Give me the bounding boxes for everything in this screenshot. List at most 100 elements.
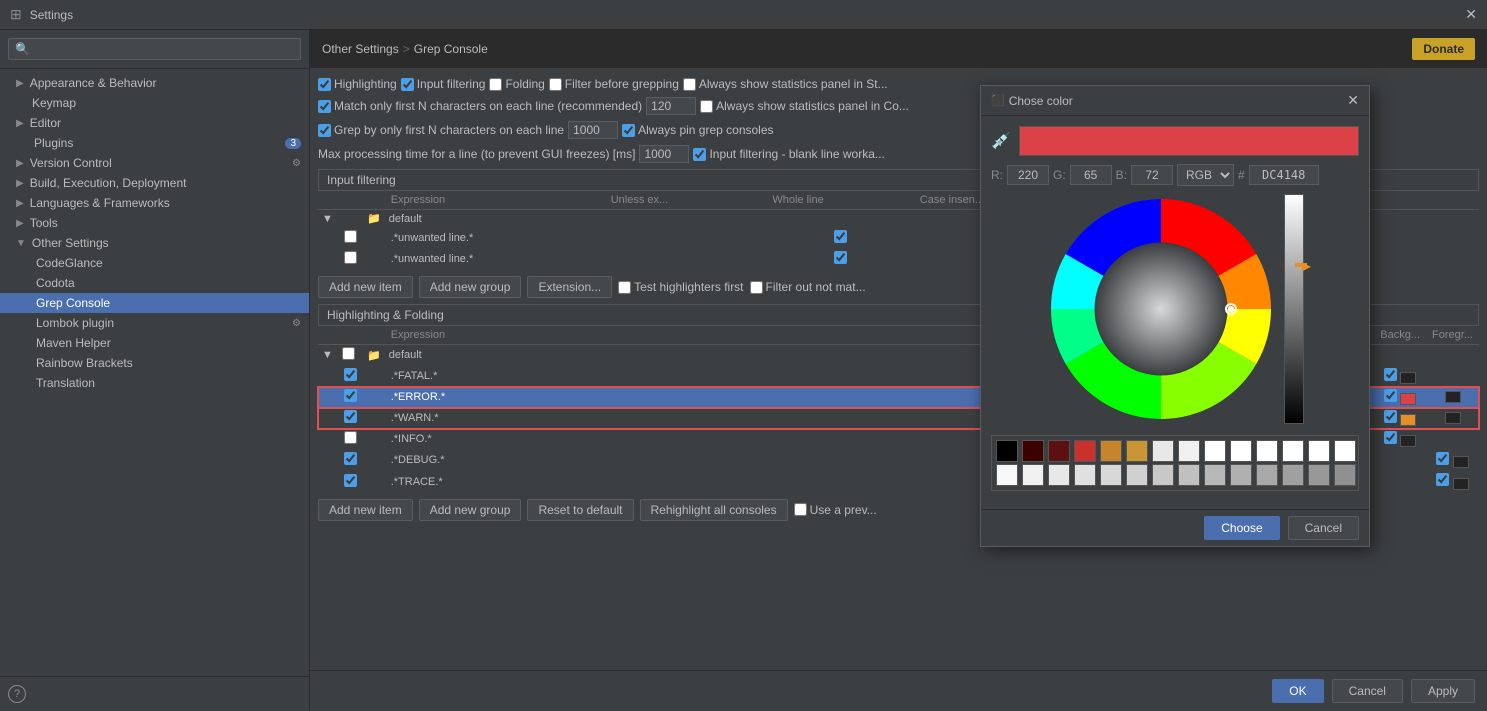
color-mode-select[interactable]: RGB HSB HSL xyxy=(1177,164,1234,186)
bg-cell[interactable] xyxy=(1374,429,1426,450)
filter-grepping-checkbox[interactable] xyxy=(549,78,562,91)
swatch-cell[interactable] xyxy=(1048,464,1070,486)
row-checkbox[interactable] xyxy=(344,431,357,444)
bg-cell[interactable] xyxy=(1374,387,1426,408)
bg-swatch[interactable] xyxy=(1400,372,1416,384)
match-first-n-option[interactable]: Match only first N characters on each li… xyxy=(318,99,642,113)
test-highlighters-option[interactable]: Test highlighters first xyxy=(618,276,743,298)
sidebar-item-lombok[interactable]: Lombok plugin ⚙ xyxy=(0,313,309,333)
sidebar-item-maven-helper[interactable]: Maven Helper xyxy=(0,333,309,353)
stats-panel-option[interactable]: Always show statistics panel in St... xyxy=(683,77,888,91)
input-filtering-checkbox[interactable] xyxy=(401,78,414,91)
swatch-cell[interactable] xyxy=(1308,464,1330,486)
swatch-cell[interactable] xyxy=(1100,464,1122,486)
row-checkbox[interactable] xyxy=(344,389,357,402)
row-checkbox[interactable] xyxy=(344,474,357,487)
swatch-cell[interactable] xyxy=(1126,440,1148,462)
row-checkbox[interactable] xyxy=(344,410,357,423)
add-new-group-button-2[interactable]: Add new group xyxy=(419,499,522,521)
swatch-cell[interactable] xyxy=(1022,440,1044,462)
match-first-n-checkbox[interactable] xyxy=(318,100,331,113)
g-input[interactable]: 65 xyxy=(1070,165,1112,185)
sidebar-item-other-settings[interactable]: ▼ Other Settings xyxy=(0,233,309,253)
sidebar-item-keymap[interactable]: Keymap xyxy=(0,93,309,113)
sidebar-item-translation[interactable]: Translation xyxy=(0,373,309,393)
grep-n-input[interactable] xyxy=(568,121,618,139)
sidebar-item-version-control[interactable]: ▶ Version Control ⚙ xyxy=(0,153,309,173)
fg-swatch[interactable] xyxy=(1453,478,1469,490)
grep-first-n-checkbox[interactable] xyxy=(318,124,331,137)
bg-swatch[interactable] xyxy=(1400,435,1416,447)
swatch-cell[interactable] xyxy=(1152,464,1174,486)
swatch-cell[interactable] xyxy=(996,440,1018,462)
reset-to-default-button[interactable]: Reset to default xyxy=(527,499,633,521)
swatch-cell[interactable] xyxy=(1048,440,1070,462)
fg-checkbox[interactable] xyxy=(1436,473,1449,486)
swatch-cell[interactable] xyxy=(1204,464,1226,486)
use-prev-checkbox[interactable] xyxy=(794,503,807,516)
fg-checkbox[interactable] xyxy=(1436,452,1449,465)
test-highlighters-checkbox[interactable] xyxy=(618,281,631,294)
swatch-cell[interactable] xyxy=(1256,464,1278,486)
swatch-cell[interactable] xyxy=(1022,464,1044,486)
donate-button[interactable]: Donate xyxy=(1412,38,1475,60)
bg-checkbox[interactable] xyxy=(1384,431,1397,444)
swatch-cell[interactable] xyxy=(1282,440,1304,462)
bg-checkbox[interactable] xyxy=(1384,368,1397,381)
eyedropper-icon[interactable]: 💉 xyxy=(991,131,1011,151)
input-filtering-option[interactable]: Input filtering xyxy=(401,77,486,91)
search-input[interactable] xyxy=(8,38,301,60)
row-checkbox[interactable] xyxy=(344,368,357,381)
dialog-close-icon[interactable]: ✕ xyxy=(1347,92,1359,109)
r-input[interactable]: 220 xyxy=(1007,165,1049,185)
b-input[interactable]: 72 xyxy=(1131,165,1173,185)
bg-checkbox[interactable] xyxy=(1384,410,1397,423)
extension-button[interactable]: Extension... xyxy=(527,276,612,298)
color-wheel[interactable] xyxy=(1046,194,1276,424)
max-time-input[interactable] xyxy=(639,145,689,163)
row-checkbox[interactable] xyxy=(344,452,357,465)
swatch-cell[interactable] xyxy=(1074,464,1096,486)
swatch-cell[interactable] xyxy=(1230,440,1252,462)
bg-swatch[interactable] xyxy=(1400,393,1416,405)
group-checkbox[interactable] xyxy=(342,347,355,360)
sidebar-item-codota[interactable]: Codota xyxy=(0,273,309,293)
bg-swatch[interactable] xyxy=(1400,414,1416,426)
swatch-cell[interactable] xyxy=(1308,440,1330,462)
highlighting-checkbox[interactable] xyxy=(318,78,331,91)
fg-swatch[interactable] xyxy=(1453,456,1469,468)
filter-out-checkbox[interactable] xyxy=(750,281,763,294)
bg-cell[interactable] xyxy=(1374,450,1426,471)
swatch-cell[interactable] xyxy=(1178,464,1200,486)
rehighlight-button[interactable]: Rehighlight all consoles xyxy=(640,499,788,521)
match-n-input[interactable] xyxy=(646,97,696,115)
pin-grep-option[interactable]: Always pin grep consoles xyxy=(622,123,773,137)
swatch-cell[interactable] xyxy=(996,464,1018,486)
swatch-cell[interactable] xyxy=(1178,440,1200,462)
sidebar-item-languages[interactable]: ▶ Languages & Frameworks xyxy=(0,193,309,213)
hex-input[interactable]: DC4148 xyxy=(1249,165,1319,185)
choose-button[interactable]: Choose xyxy=(1204,516,1279,540)
apply-button[interactable]: Apply xyxy=(1411,679,1475,703)
sidebar-item-grep-console[interactable]: Grep Console xyxy=(0,293,309,313)
bg-checkbox[interactable] xyxy=(1384,389,1397,402)
sidebar-item-editor[interactable]: ▶ Editor xyxy=(0,113,309,133)
sidebar-item-build[interactable]: ▶ Build, Execution, Deployment xyxy=(0,173,309,193)
sidebar-item-plugins[interactable]: Plugins 3 xyxy=(0,133,309,153)
color-picker-cancel-button[interactable]: Cancel xyxy=(1288,516,1359,540)
bg-cell[interactable] xyxy=(1374,471,1426,492)
cancel-button[interactable]: Cancel xyxy=(1332,679,1403,703)
swatch-cell[interactable] xyxy=(1256,440,1278,462)
row-checkbox[interactable] xyxy=(344,230,357,243)
highlighting-option[interactable]: Highlighting xyxy=(318,77,397,91)
filter-grepping-option[interactable]: Filter before grepping xyxy=(549,77,679,91)
swatch-cell[interactable] xyxy=(1204,440,1226,462)
sidebar-item-tools[interactable]: ▶ Tools xyxy=(0,213,309,233)
swatch-cell[interactable] xyxy=(1334,464,1356,486)
blank-workaround-option[interactable]: Input filtering - blank line worka... xyxy=(693,147,884,161)
fg-swatch[interactable] xyxy=(1445,412,1461,424)
bg-cell[interactable] xyxy=(1374,366,1426,387)
swatch-cell[interactable] xyxy=(1282,464,1304,486)
swatch-cell[interactable] xyxy=(1074,440,1096,462)
swatch-cell[interactable] xyxy=(1334,440,1356,462)
